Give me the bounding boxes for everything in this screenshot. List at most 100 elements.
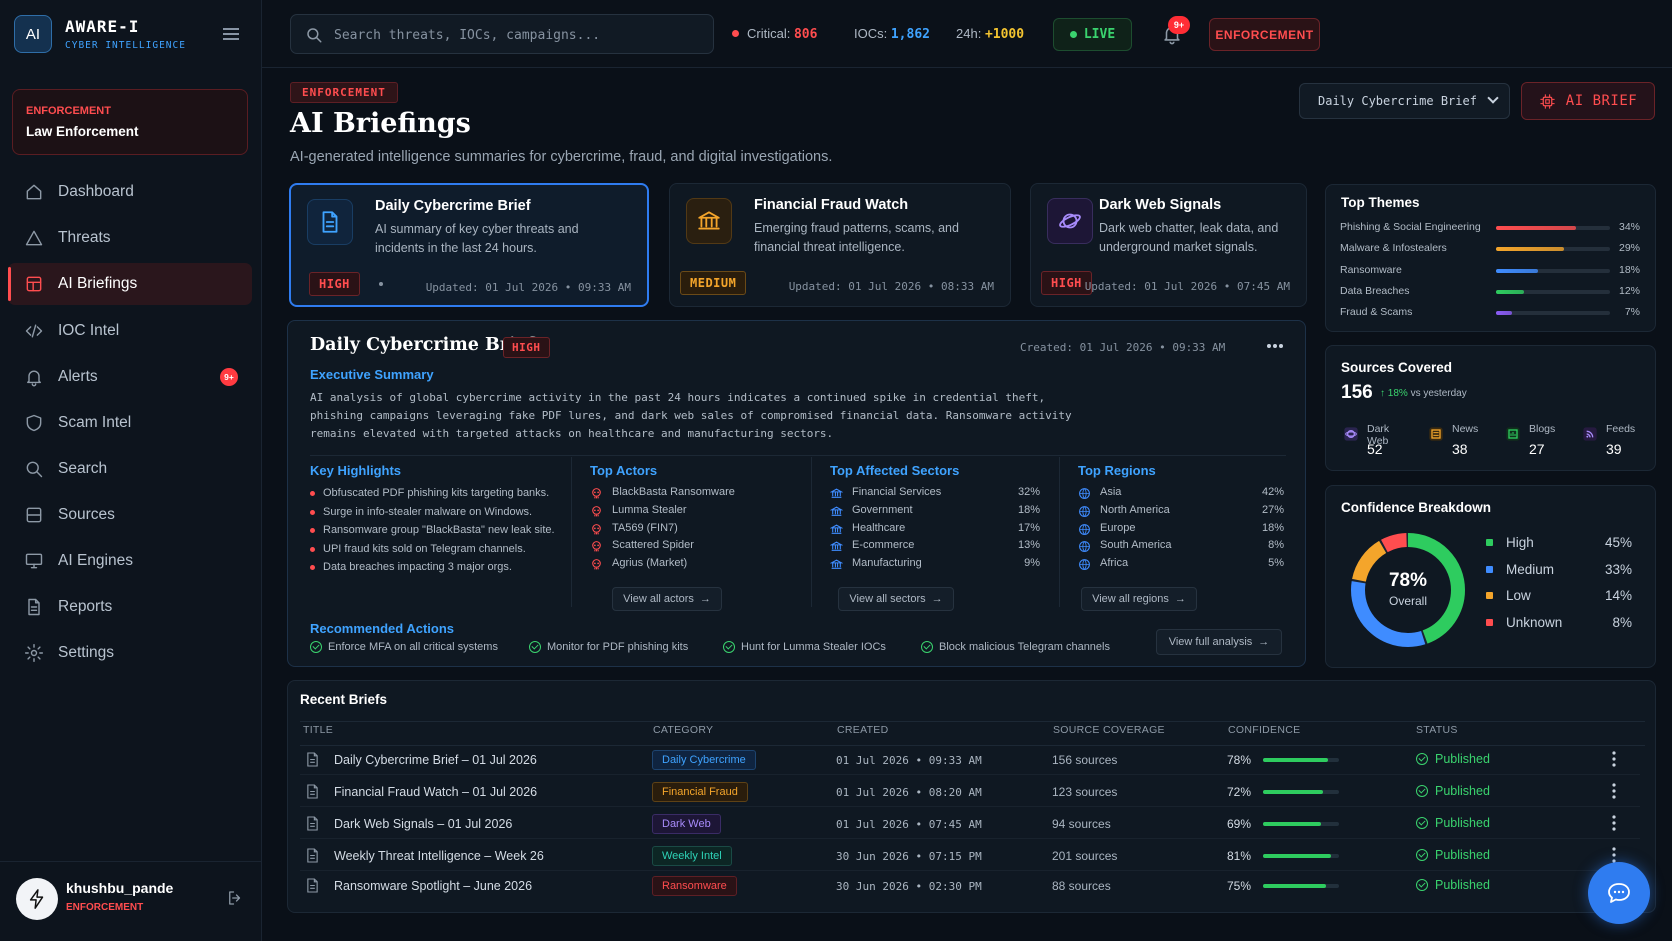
brief-card-daily-cybercrime-brief[interactable]: Daily Cybercrime Brief AI summary of key…	[289, 183, 649, 307]
view-full-analysis-button[interactable]: View full analysis →	[1156, 629, 1282, 655]
more-vertical-icon[interactable]	[1612, 783, 1616, 799]
brief-title[interactable]: Daily Cybercrime Brief – 01 Jul 2026	[334, 753, 537, 767]
column-header-created[interactable]: CREATED	[837, 724, 889, 736]
region-item[interactable]: Africa 5%	[1078, 557, 1284, 575]
sector-item[interactable]: E-commerce 13%	[830, 539, 1040, 557]
more-vertical-icon[interactable]	[1612, 847, 1616, 863]
column-header-confidence[interactable]: CONFIDENCE	[1228, 724, 1300, 736]
recent-briefs-title: Recent Briefs	[300, 692, 388, 707]
sidebar-item-dashboard[interactable]: Dashboard	[8, 171, 252, 213]
view-all-sectors-button[interactable]: View all sectors →	[838, 587, 954, 611]
theme-row: Data Breaches 12%	[1340, 284, 1640, 297]
actor-item[interactable]: BlackBasta Ransomware	[590, 486, 800, 504]
recommended-action-item[interactable]: Enforce MFA on all critical systems	[310, 641, 498, 653]
bolt-icon	[29, 889, 44, 909]
role-card[interactable]: ENFORCEMENT Law Enforcement	[12, 89, 248, 155]
severity-badge: HIGH	[309, 272, 360, 296]
sector-item[interactable]: Government 18%	[830, 504, 1040, 522]
avatar[interactable]	[16, 878, 58, 920]
more-vertical-icon[interactable]	[1612, 751, 1616, 767]
recommended-action-item[interactable]: Block malicious Telegram channels	[921, 641, 1110, 653]
sidebar-item-alerts[interactable]: Alerts 9+	[8, 356, 252, 398]
brief-title[interactable]: Dark Web Signals – 01 Jul 2026	[334, 817, 512, 831]
region-item[interactable]: South America 8%	[1078, 539, 1284, 557]
highlight-item: Surge in info-stealer malware on Windows…	[310, 506, 565, 525]
enforcement-button[interactable]: ENFORCEMENT	[1209, 18, 1320, 51]
created-date: 01 Jul 2026 • 07:45 AM	[836, 818, 982, 831]
home-icon	[24, 182, 44, 202]
bell-icon	[24, 367, 44, 387]
severity-badge: MEDIUM	[680, 271, 747, 295]
theme-bar-fill	[1496, 226, 1576, 230]
sidebar-item-threats[interactable]: Threats	[8, 217, 252, 259]
sector-item[interactable]: Financial Services 32%	[830, 486, 1040, 504]
sidebar-item-search[interactable]: Search	[8, 448, 252, 490]
actor-item[interactable]: Agrius (Market)	[590, 557, 800, 575]
sidebar-item-ai-briefings[interactable]: AI Briefings	[8, 263, 252, 305]
confidence-title: Confidence Breakdown	[1341, 500, 1492, 515]
ai-brief-button[interactable]: AI BRIEF	[1521, 82, 1655, 120]
brief-detail-card: Daily Cybercrime Brief HIGH Created: 01 …	[287, 320, 1306, 667]
actor-item[interactable]: Scattered Spider	[590, 539, 800, 557]
sector-item[interactable]: Manufacturing 9%	[830, 557, 1040, 575]
table-row[interactable]: Ransomware Spotlight – June 2026 Ransomw…	[300, 870, 1640, 901]
actor-item[interactable]: Lumma Stealer	[590, 504, 800, 522]
theme-bar-fill	[1496, 247, 1564, 252]
table-row[interactable]: Financial Fraud Watch – 01 Jul 2026 Fina…	[300, 776, 1640, 807]
column-header-source-coverage[interactable]: SOURCE COVERAGE	[1053, 724, 1165, 736]
source-coverage: 123 sources	[1052, 785, 1118, 799]
theme-row: Malware & Infostealers 29%	[1340, 242, 1640, 255]
category-badge: Weekly Intel	[652, 846, 732, 866]
actor-item[interactable]: TA569 (FIN7)	[590, 522, 800, 540]
recommended-action-item[interactable]: Hunt for Lumma Stealer IOCs	[723, 641, 886, 653]
column-header-category[interactable]: CATEGORY	[653, 724, 713, 736]
sidebar-item-reports[interactable]: Reports	[8, 586, 252, 628]
table-row[interactable]: Weekly Threat Intelligence – Week 26 Wee…	[300, 840, 1640, 871]
region-item[interactable]: North America 27%	[1078, 504, 1284, 522]
sidebar-item-ai-engines[interactable]: AI Engines	[8, 540, 252, 582]
brief-title[interactable]: Ransomware Spotlight – June 2026	[334, 879, 532, 893]
logout-icon[interactable]	[226, 889, 244, 907]
confidence-value: 69%	[1227, 817, 1252, 831]
confidence-bar	[1263, 822, 1339, 826]
confidence-center-label: Overall	[1388, 594, 1427, 608]
role-value: Law Enforcement	[26, 124, 139, 139]
brief-card-description: Emerging fraud patterns, scams, and fina…	[754, 221, 959, 254]
sidebar-item-ioc-intel[interactable]: IOC Intel	[8, 310, 252, 352]
column-header-title[interactable]: TITLE	[303, 724, 333, 736]
sector-item[interactable]: Healthcare 17%	[830, 522, 1040, 540]
column-header-status[interactable]: STATUS	[1416, 724, 1458, 736]
region-item[interactable]: Europe 18%	[1078, 522, 1284, 540]
check-circle-icon	[1416, 817, 1428, 829]
region-item[interactable]: Asia 42%	[1078, 486, 1284, 504]
top-actors-list: BlackBasta Ransomware Lumma Stealer TA569 …	[590, 486, 800, 575]
brief-card-dark-web-signals[interactable]: Dark Web Signals Dark web chatter, leak …	[1030, 183, 1307, 307]
view-all-regions-button[interactable]: View all regions →	[1081, 587, 1197, 611]
brief-type-select[interactable]: Daily Cybercrime Brief	[1299, 83, 1510, 119]
table-row[interactable]: Dark Web Signals – 01 Jul 2026 Dark Web …	[300, 808, 1640, 839]
status-badge: Published	[1416, 816, 1490, 830]
grid-icon	[24, 274, 44, 294]
brand-subtitle: CYBER INTELLIGENCE	[65, 40, 186, 51]
recommended-action-item[interactable]: Monitor for PDF phishing kits	[529, 641, 688, 653]
view-all-actors-button[interactable]: View all actors →	[612, 587, 722, 611]
brief-card-financial-fraud-watch[interactable]: Financial Fraud Watch Emerging fraud pat…	[669, 183, 1011, 307]
live-indicator[interactable]: LIVE	[1053, 18, 1132, 51]
menu-icon[interactable]	[223, 28, 239, 40]
sidebar-item-settings[interactable]: Settings	[8, 632, 252, 674]
more-vertical-icon[interactable]	[1612, 815, 1616, 831]
sidebar-item-scam-intel[interactable]: Scam Intel	[8, 402, 252, 444]
sidebar-item-sources[interactable]: Sources	[8, 494, 252, 536]
planet-icon	[1047, 198, 1093, 244]
chat-button[interactable]	[1588, 862, 1650, 924]
category-badge: Financial Fraud	[652, 782, 748, 802]
more-horizontal-icon[interactable]	[1266, 343, 1284, 349]
brief-title[interactable]: Weekly Threat Intelligence – Week 26	[334, 849, 544, 863]
brief-title[interactable]: Financial Fraud Watch – 01 Jul 2026	[334, 785, 537, 799]
user-profile[interactable]: khushbu_pande ENFORCEMENT	[0, 861, 262, 941]
search-input[interactable]	[334, 25, 704, 45]
chevron-down-icon	[1487, 92, 1499, 104]
table-row[interactable]: Daily Cybercrime Brief – 01 Jul 2026 Dai…	[300, 744, 1640, 775]
theme-bar-fill	[1496, 268, 1538, 273]
search-box[interactable]	[290, 14, 714, 54]
